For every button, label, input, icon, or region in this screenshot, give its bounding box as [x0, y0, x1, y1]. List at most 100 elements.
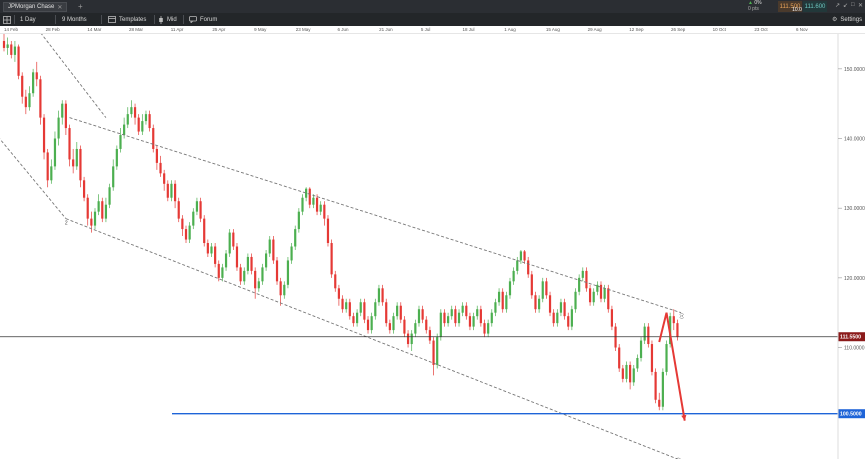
candle-body	[385, 302, 388, 324]
candle-body	[53, 138, 57, 167]
candle-body	[177, 201, 180, 219]
candle-body	[112, 166, 115, 188]
candle-body	[665, 344, 668, 372]
candle-body	[625, 364, 628, 379]
date-tick-label: 14 Mar	[87, 27, 102, 32]
candle-body	[97, 201, 100, 212]
instrument-tab[interactable]: JPMorgan Chase ✕	[3, 2, 68, 12]
candle-body	[647, 326, 650, 345]
candle-body	[308, 188, 311, 205]
candle-body	[676, 323, 679, 338]
upper-channel-line	[69, 117, 682, 314]
templates-label: Templates	[119, 16, 147, 23]
range-button[interactable]: 9 Months	[62, 15, 87, 24]
candle-body	[501, 291, 504, 310]
toolbar-divider	[55, 15, 56, 24]
price-type-button[interactable]: Mid	[158, 15, 177, 24]
candle-body	[232, 232, 235, 247]
candle-body	[538, 298, 541, 310]
candle-body	[654, 371, 657, 400]
forum-button[interactable]: Forum	[189, 15, 217, 24]
add-tab-icon[interactable]: +	[78, 2, 83, 11]
wave-label: 2	[65, 221, 68, 227]
candle-body	[567, 316, 570, 327]
candle-body	[192, 211, 195, 226]
candle-body	[195, 201, 199, 212]
candle-body	[2, 40, 6, 48]
candle-body	[472, 316, 475, 327]
candle-body	[42, 117, 46, 153]
candle-body	[439, 312, 442, 338]
candle-body	[184, 229, 188, 240]
candle-body	[254, 270, 257, 289]
popout-icon[interactable]: ↗	[835, 2, 840, 9]
candle-body	[246, 256, 249, 271]
forum-label: Forum	[200, 16, 218, 23]
dock-icon[interactable]: ↙	[843, 2, 848, 9]
candle-body	[217, 263, 220, 278]
date-tick-label: 23 Oct	[754, 27, 768, 32]
candle-body	[581, 270, 584, 278]
candle-body	[210, 246, 213, 254]
candle-body	[50, 166, 53, 181]
candle-body	[447, 316, 450, 324]
date-tick-label: 28 Feb	[45, 27, 60, 32]
interval-button[interactable]: 1 Day	[20, 15, 36, 24]
candle-body	[392, 316, 395, 331]
toolbar-divider	[183, 15, 184, 24]
candle-body	[312, 197, 315, 205]
candle-body	[152, 128, 155, 149]
candle-body	[563, 302, 566, 317]
candle-body	[421, 309, 424, 320]
candle-body	[610, 309, 614, 327]
candle-body	[374, 302, 377, 317]
candle-body	[403, 319, 406, 334]
candle-body	[450, 309, 453, 317]
tab-close-icon[interactable]: ✕	[57, 4, 62, 11]
candle-body	[250, 256, 253, 271]
candle-body	[618, 347, 621, 369]
lower-channel-line-start	[0, 138, 67, 219]
date-tick-label: 6 Nov	[796, 27, 808, 32]
templates-icon	[108, 16, 116, 23]
candle-body	[363, 302, 366, 320]
candle-body	[381, 288, 384, 303]
price-chart[interactable]: 111.5500 100.5000 150.0000 140.0000 130.000…	[0, 34, 865, 459]
candle-body	[527, 260, 530, 275]
candle-body	[75, 148, 78, 167]
toolbar-divider	[101, 15, 102, 24]
maximize-icon[interactable]: □	[851, 2, 855, 8]
candle-body	[101, 201, 104, 219]
settings-label: Settings	[840, 16, 863, 23]
chart-toolbar: 1 Day 9 Months Templates Mid Forum ⚙ Set…	[0, 13, 865, 26]
candle-body	[326, 218, 330, 244]
templates-button[interactable]: Templates	[108, 15, 146, 24]
candle-body	[588, 288, 592, 303]
date-tick-label: 18 Jul	[462, 27, 475, 32]
candle-body	[6, 44, 9, 48]
date-tick-label: 15 Aug	[545, 27, 560, 32]
price-tick-label: 130.0000	[844, 206, 865, 212]
candle-body	[417, 309, 421, 324]
candle-body	[123, 124, 126, 136]
settings-button[interactable]: ⚙ Settings	[832, 15, 862, 24]
current-price-label: 111.5500	[840, 335, 861, 341]
candle-body	[93, 211, 97, 226]
candles	[2, 34, 679, 411]
candle-body	[516, 260, 519, 271]
candle-body	[399, 305, 402, 320]
candle-body	[639, 340, 643, 358]
close-icon[interactable]: ✕	[858, 2, 863, 9]
candle-body	[629, 364, 632, 383]
candle-body	[530, 274, 533, 296]
buy-price-button[interactable]: 111.600	[803, 1, 827, 12]
date-tick-label: 1 Aug	[504, 27, 516, 32]
candle-body	[428, 330, 432, 341]
candle-body	[86, 197, 89, 219]
candle-body	[290, 246, 293, 261]
candle-body	[243, 270, 246, 282]
candle-body	[286, 260, 290, 285]
candle-body	[658, 399, 661, 407]
candle-body	[35, 72, 38, 80]
chart-menu-button[interactable]	[3, 15, 11, 24]
